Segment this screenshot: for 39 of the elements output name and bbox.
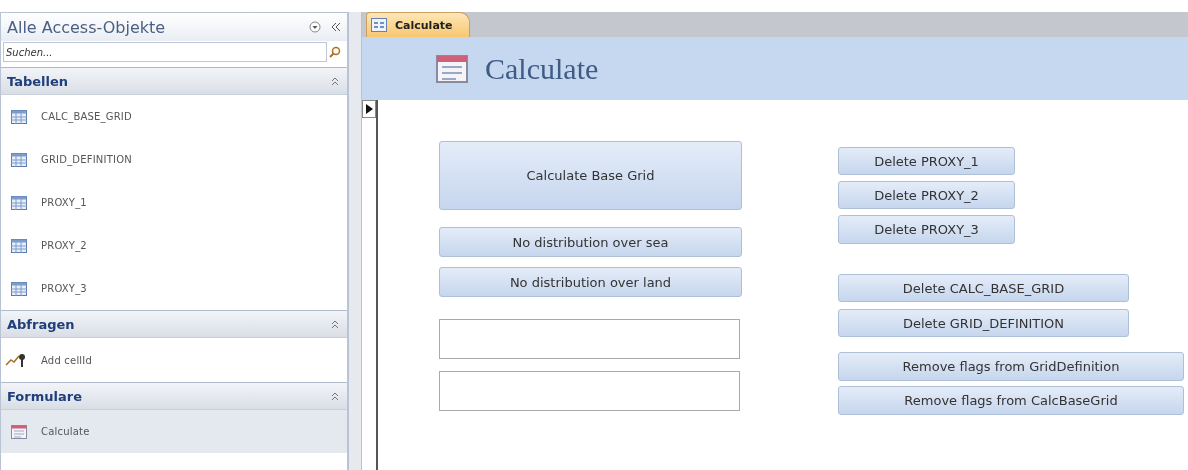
action-button[interactable]: No distribution over sea <box>439 227 742 257</box>
action-button[interactable]: Calculate Base Grid <box>439 141 742 210</box>
table-icon <box>11 195 27 210</box>
nav-item[interactable]: Calculate <box>1 410 347 453</box>
chevron-icon[interactable] <box>329 76 341 86</box>
table-icon <box>11 109 27 124</box>
pane-title: Alle Access-Objekte <box>7 17 167 37</box>
nav-item[interactable]: Add cellId <box>1 338 347 382</box>
nav-item[interactable]: CALC_BASE_GRID <box>1 95 347 138</box>
chevron-icon[interactable] <box>329 391 341 401</box>
form-icon <box>11 424 27 439</box>
record-pointer-icon[interactable] <box>365 104 373 114</box>
form-title: Calculate <box>485 51 599 86</box>
action-button[interactable]: Delete PROXY_3 <box>838 215 1015 244</box>
chevron-icon[interactable] <box>329 319 341 329</box>
action-button[interactable]: Delete PROXY_1 <box>838 147 1015 175</box>
text-field[interactable] <box>439 319 740 359</box>
nav-item[interactable]: PROXY_1 <box>1 181 347 224</box>
document-tab[interactable]: Calculate <box>366 12 470 37</box>
search-field[interactable]: Suchen... <box>3 42 327 62</box>
table-icon <box>11 281 27 296</box>
action-button[interactable]: Remove flags from CalcBaseGrid <box>838 386 1184 415</box>
action-button[interactable]: Delete GRID_DEFINITION <box>838 309 1129 337</box>
nav-item[interactable]: GRID_DEFINITION <box>1 138 347 181</box>
action-button[interactable]: No distribution over land <box>439 267 742 297</box>
search-icon[interactable] <box>329 46 341 58</box>
dropdown-icon[interactable] <box>309 21 321 33</box>
text-field[interactable] <box>439 371 740 411</box>
collapse-icon[interactable] <box>331 22 341 32</box>
form-header-icon <box>435 54 469 83</box>
form-icon <box>371 18 387 32</box>
table-icon <box>11 152 27 167</box>
action-button[interactable]: Remove flags from GridDefinition <box>838 352 1184 381</box>
action-button[interactable]: Delete CALC_BASE_GRID <box>838 274 1129 302</box>
table-icon <box>11 238 27 253</box>
query-icon <box>5 353 27 367</box>
nav-item[interactable]: PROXY_2 <box>1 224 347 267</box>
nav-item[interactable]: PROXY_3 <box>1 267 347 310</box>
action-button[interactable]: Delete PROXY_2 <box>838 181 1015 209</box>
